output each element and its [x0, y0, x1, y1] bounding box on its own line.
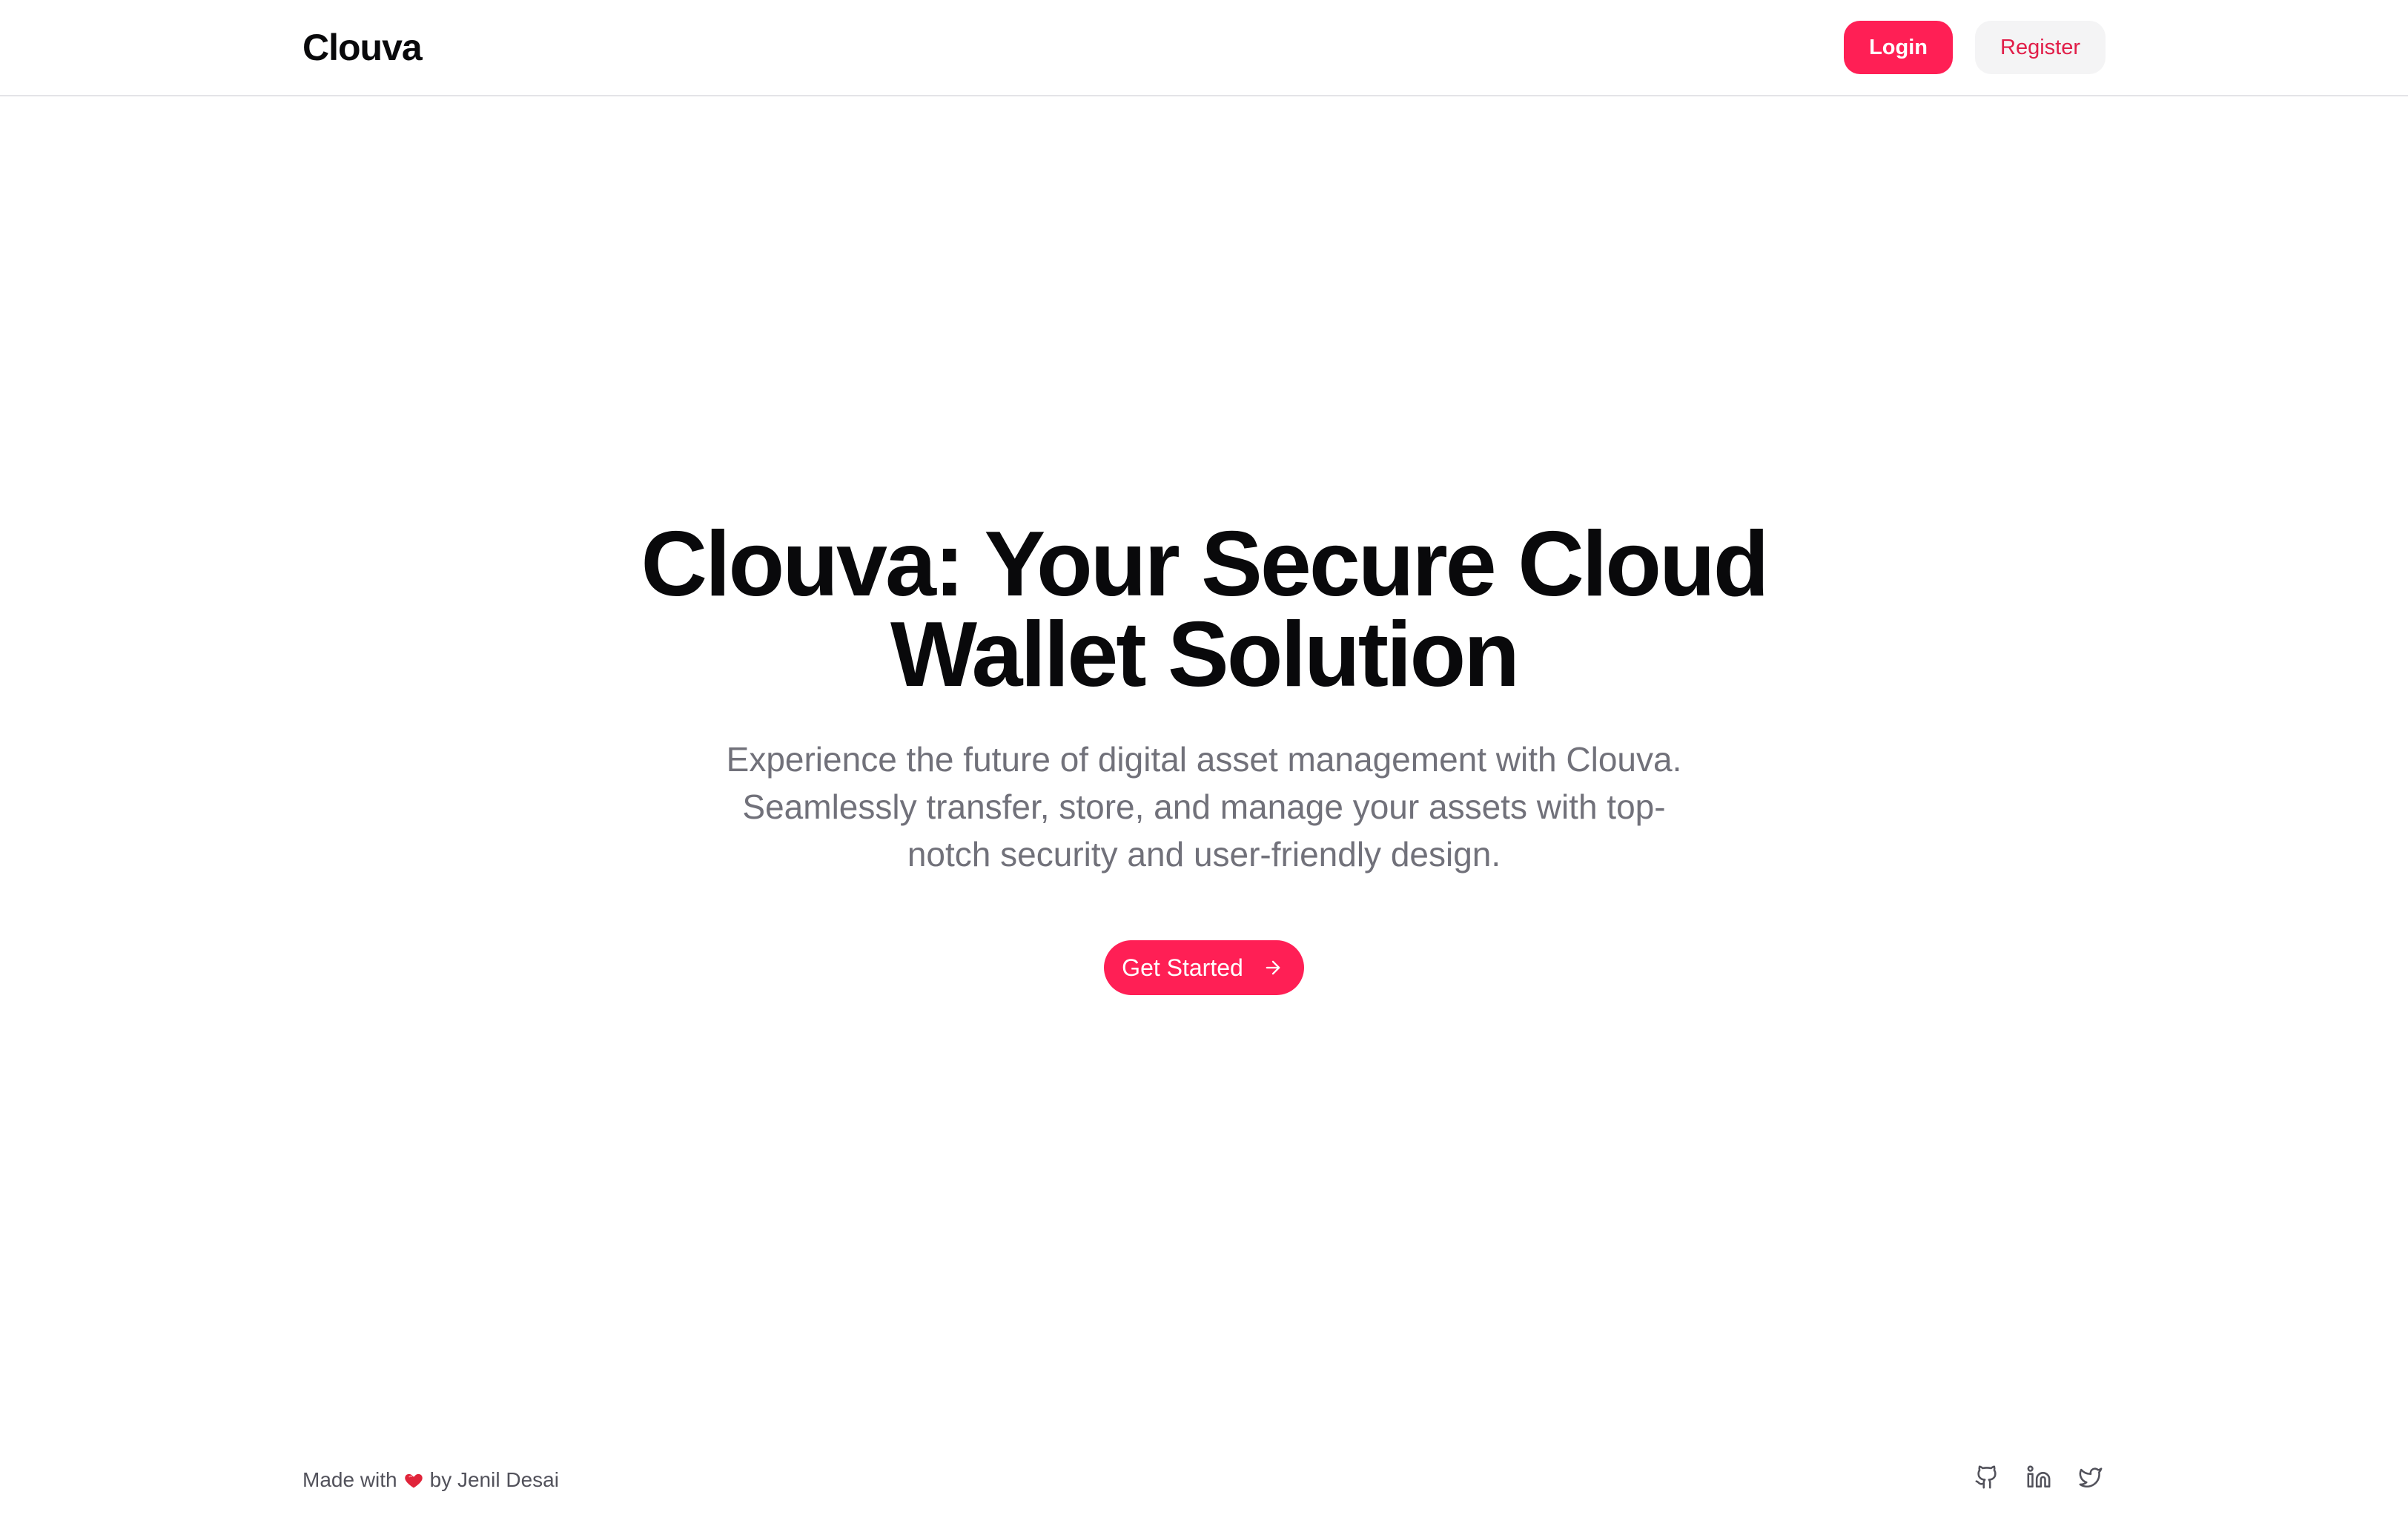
login-button[interactable]: Login	[1844, 21, 1953, 74]
credit-prefix: Made with	[302, 1468, 397, 1491]
cta-wrapper: Get Started	[0, 940, 2408, 995]
github-icon	[1974, 1464, 2000, 1493]
register-button[interactable]: Register	[1975, 21, 2106, 74]
site-footer: Made with by Jenil Desai	[0, 1453, 2408, 1505]
linkedin-link[interactable]	[2024, 1464, 2054, 1493]
auth-actions: Login Register	[1844, 21, 2106, 74]
social-links	[1972, 1464, 2106, 1493]
twitter-icon	[2078, 1464, 2103, 1493]
credit-suffix: by Jenil Desai	[429, 1468, 559, 1491]
github-link[interactable]	[1972, 1464, 2002, 1493]
site-header: Clouva Login Register	[0, 0, 2408, 96]
arrow-right-icon	[1263, 957, 1283, 978]
hero-section: Clouva: Your Secure Cloud Wallet Solutio…	[0, 513, 2408, 995]
get-started-button[interactable]: Get Started	[1104, 940, 1304, 995]
brand-logo[interactable]: Clouva	[302, 24, 423, 71]
linkedin-icon	[2026, 1464, 2051, 1493]
hero-subtitle: Experience the future of digital asset m…	[726, 740, 1682, 874]
heart-icon	[403, 1470, 424, 1490]
get-started-label: Get Started	[1122, 954, 1243, 981]
hero-title: Clouva: Your Secure Cloud Wallet Solutio…	[641, 513, 1770, 706]
footer-credit: Made with by Jenil Desai	[302, 1467, 559, 1493]
twitter-link[interactable]	[2076, 1464, 2106, 1493]
